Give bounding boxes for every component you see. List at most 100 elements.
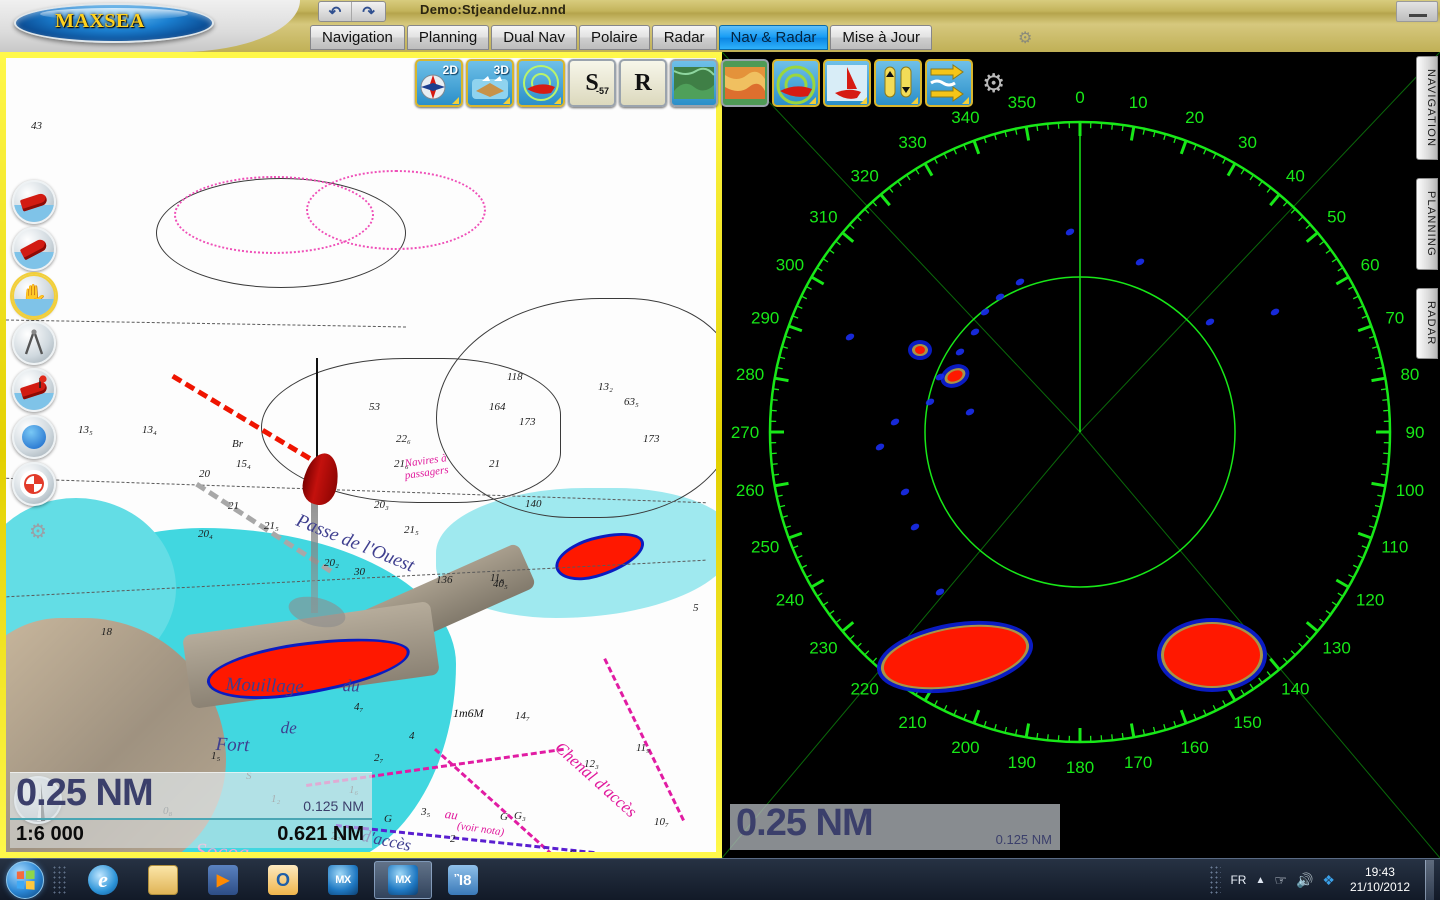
start-button[interactable]: [6, 861, 44, 899]
chart-2d-button-label: 2D: [442, 63, 458, 77]
taskbar-outlook[interactable]: O: [254, 861, 312, 899]
taskbar-clock[interactable]: 19:43 21/10/2012: [1344, 865, 1416, 895]
radar-bearing-tick: [772, 388, 780, 391]
chart-restricted-area-2: [306, 170, 486, 250]
toolbar-gears-icon[interactable]: ⚙: [982, 68, 1005, 99]
tab-nav-radar[interactable]: Nav & Radar: [718, 25, 829, 50]
show-desktop-button[interactable]: [1425, 860, 1434, 900]
tool-divider-compass[interactable]: [12, 321, 56, 365]
clock-time: 19:43: [1364, 865, 1395, 879]
chart-3d-button[interactable]: 3D: [466, 59, 514, 107]
undo-button[interactable]: ↶: [319, 2, 352, 21]
tool-settings-gears[interactable]: ⚙: [12, 509, 56, 553]
raster-chart-button-label: R: [634, 69, 652, 96]
radar-bearing-label: 250: [751, 538, 779, 557]
tab-radar[interactable]: Radar: [651, 25, 717, 50]
tray-share-icon[interactable]: ☞: [1274, 872, 1287, 889]
dropdown-corner-icon[interactable]: [452, 97, 459, 104]
chart-display-toolbar[interactable]: 2D 3D S -57 R ⚙: [415, 56, 1005, 110]
radar-bearing-tick: [1380, 473, 1388, 476]
raster-chart-button[interactable]: R: [619, 59, 667, 107]
dropdown-corner-icon[interactable]: [962, 97, 969, 104]
tray-dropbox-icon[interactable]: ❖: [1322, 872, 1335, 889]
redo-button[interactable]: ↷: [352, 2, 385, 21]
tab-navigation[interactable]: Navigation: [310, 25, 405, 50]
tide-gauge-button[interactable]: [874, 59, 922, 107]
tab-mise-jour[interactable]: Mise à Jour: [830, 25, 932, 50]
taskbar-media-player[interactable]: ▶: [194, 861, 252, 899]
chart-panel[interactable]: 43 13₅ 13₄ 15₄ 20 21 21₅ 20₄ 20₃ 21₆ 21₅ 20₂ 30 53 22₆…: [0, 52, 722, 858]
radar-overlay-button[interactable]: [772, 59, 820, 107]
tool-boat-waypoint[interactable]: [12, 368, 56, 412]
taskbar-grip: [52, 865, 66, 895]
chart-tool-palette[interactable]: ✋ ⚙: [12, 180, 68, 556]
taskbar-maxsea-1[interactable]: MX: [314, 861, 372, 899]
tool-sounder[interactable]: [12, 415, 56, 459]
tray-language[interactable]: FR: [1230, 873, 1246, 887]
dropdown-corner-icon[interactable]: [809, 97, 816, 104]
radar-bearing-tick: [1380, 388, 1388, 391]
taskbar-internet-explorer[interactable]: e: [74, 861, 132, 899]
chart-scale-range: 0.25 NM: [16, 772, 154, 814]
tab-polaire[interactable]: Polaire: [578, 25, 650, 50]
radar-bearing-tick: [1046, 734, 1049, 741]
depth-sounding: 15₄: [236, 458, 251, 470]
chart-label: 1m6M: [453, 706, 484, 720]
depth-sounding: 21₅: [264, 520, 279, 532]
chart-label: Fort: [215, 734, 250, 757]
tool-pan-hand[interactable]: ✋: [12, 274, 56, 318]
depth-sounding: 173: [519, 416, 536, 428]
side-panel-tabs[interactable]: NAVIGATION PLANNING RADAR: [1416, 56, 1440, 377]
dropdown-corner-icon[interactable]: [503, 97, 510, 104]
tool-center-on-boat[interactable]: [12, 180, 56, 224]
tool-man-overboard[interactable]: [12, 462, 56, 506]
depth-sounding: 14₇: [515, 710, 530, 722]
tool-boat-trail[interactable]: [12, 227, 56, 271]
tab-dual-nav[interactable]: Dual Nav: [491, 25, 577, 50]
photo-chart-button[interactable]: [670, 59, 718, 107]
dropdown-corner-icon[interactable]: [554, 97, 561, 104]
sailing-boat-button[interactable]: [823, 59, 871, 107]
radar-boat-button[interactable]: [517, 59, 565, 107]
radar-bearing-label: 280: [736, 365, 764, 384]
current-arrows-button[interactable]: [925, 59, 973, 107]
side-tab-radar[interactable]: RADAR: [1416, 288, 1438, 359]
tray-volume-muted-icon[interactable]: 🔊: [1296, 872, 1313, 889]
radar-bearing-tick: [1111, 734, 1114, 741]
dropdown-corner-icon[interactable]: [860, 97, 867, 104]
tab-planning[interactable]: Planning: [406, 25, 490, 50]
nautical-chart-canvas[interactable]: 43 13₅ 13₄ 15₄ 20 21 21₅ 20₄ 20₃ 21₆ 21₅ 20₂ 30 53 22₆…: [6, 58, 716, 852]
chart-scale-bar: 0.25 NM 0.125 NM: [10, 772, 372, 818]
tray-chevron-up-icon[interactable]: ▲: [1255, 875, 1265, 886]
dropdown-corner-icon[interactable]: [911, 97, 918, 104]
minimize-button[interactable]: [1396, 1, 1438, 22]
radar-panel[interactable]: 0 10 20 30 40 50 60 70 80 90 100 110 120 130 140 150 160…: [722, 52, 1440, 858]
bathymetry-button[interactable]: [721, 59, 769, 107]
taskbar-items[interactable]: e ▶ O MX MX Ἲ8: [74, 861, 492, 899]
depth-sounding: 20₂: [324, 557, 339, 569]
s57-vector-button[interactable]: S -57: [568, 59, 616, 107]
taskbar-paint[interactable]: Ἲ8: [434, 861, 492, 899]
radar-bearing-tick: [771, 463, 778, 466]
depth-sounding: 164: [489, 401, 506, 413]
side-tab-planning[interactable]: PLANNING: [1416, 178, 1438, 271]
depth-sounding: 13₂: [598, 381, 613, 393]
radar-bearing-label: 210: [898, 713, 926, 732]
taskbar-maxsea-1-icon: MX: [328, 865, 358, 895]
chart-2d-button[interactable]: 2D: [415, 59, 463, 107]
chart-scale-details: 1:6 000 0.621 NM: [10, 818, 372, 848]
depth-sounding: 136: [436, 574, 453, 586]
chart-3d-button-label: 3D: [493, 63, 509, 77]
side-tab-navigation[interactable]: NAVIGATION: [1416, 56, 1438, 161]
depth-sounding: 21: [489, 458, 500, 470]
depth-sounding: 20: [199, 468, 210, 480]
radar-bearing-label: 140: [1281, 680, 1309, 699]
radar-bearing-label: 300: [776, 256, 804, 275]
depth-sounding: G: [500, 811, 508, 823]
taskbar-windows-explorer[interactable]: [134, 861, 192, 899]
radar-bearing-label: 50: [1327, 208, 1346, 227]
taskbar-maxsea-2[interactable]: MX: [374, 861, 432, 899]
tab-settings-gear-icon[interactable]: ⚙: [1018, 28, 1040, 50]
radar-bearing-tick: [771, 398, 778, 401]
radar-display[interactable]: 0 102030405060708090100110120130140150160…: [722, 52, 1440, 858]
